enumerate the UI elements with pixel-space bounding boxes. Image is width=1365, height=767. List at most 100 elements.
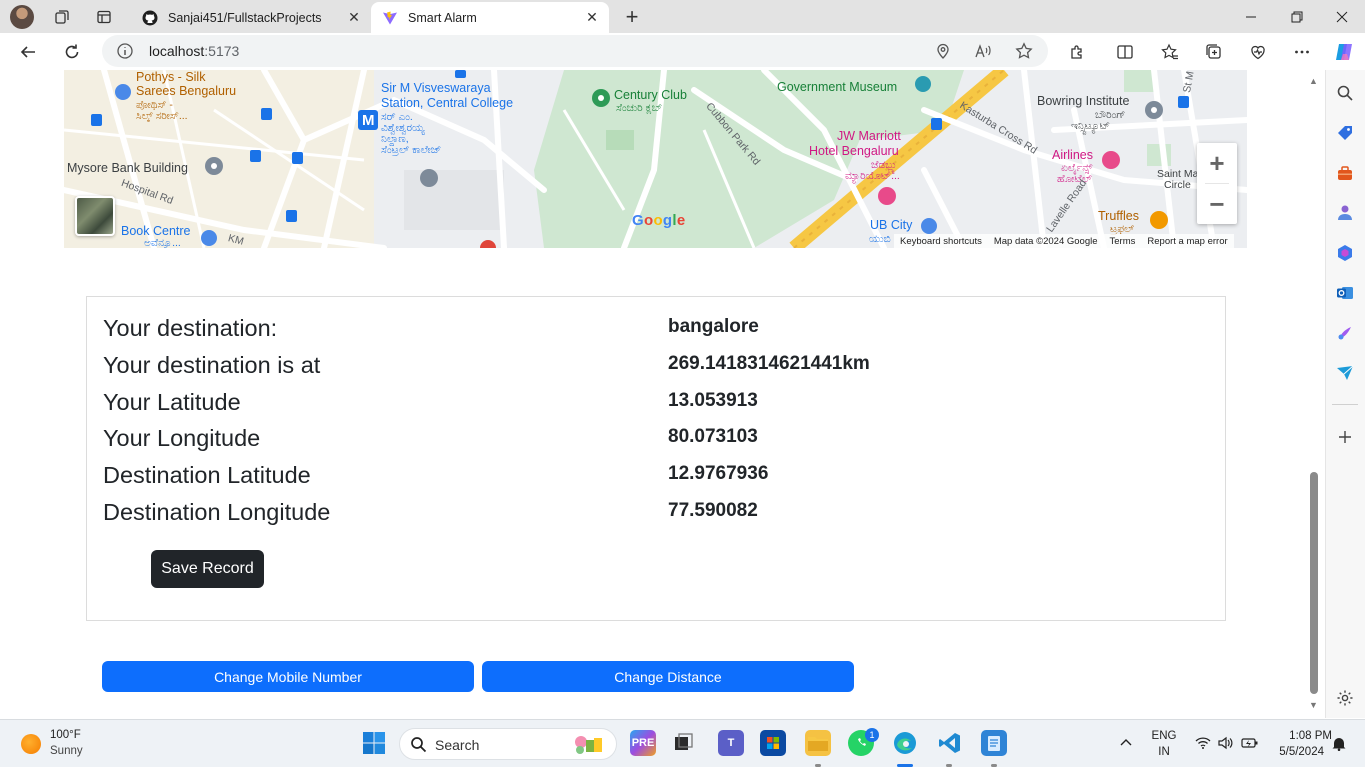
map-data-text: Map data ©2024 Google bbox=[993, 235, 1098, 247]
edge-sidebar bbox=[1325, 70, 1365, 718]
map-label: Station, Central College bbox=[381, 96, 514, 110]
terms-link[interactable]: Terms bbox=[1104, 236, 1142, 247]
refresh-button[interactable] bbox=[57, 37, 87, 67]
microsoft-365-icon[interactable] bbox=[1334, 242, 1356, 264]
map-label: UB City bbox=[870, 218, 913, 232]
outlook-icon[interactable] bbox=[1334, 282, 1356, 304]
destination-longitude-value: 77.590082 bbox=[668, 500, 758, 521]
split-screen-icon[interactable] bbox=[1110, 37, 1140, 67]
close-window-button[interactable] bbox=[1319, 0, 1365, 33]
map-label: ಸೆಂಚುರಿ ಕ್ಲಬ್ bbox=[616, 102, 663, 114]
send-icon[interactable] bbox=[1334, 362, 1356, 384]
settings-more-icon[interactable] bbox=[1287, 37, 1317, 67]
map-label: Mysore Bank Building bbox=[67, 161, 188, 175]
favorites-icon[interactable] bbox=[1155, 37, 1185, 67]
scrollbar-thumb[interactable] bbox=[1310, 472, 1318, 694]
collections-icon[interactable] bbox=[1199, 37, 1229, 67]
weather-sun-icon[interactable] bbox=[21, 734, 41, 754]
back-button[interactable] bbox=[13, 37, 43, 67]
language-indicator[interactable]: ENG bbox=[1148, 730, 1180, 742]
browser-tab-strip: Sanjai451/FullstackProjects ✕ Smart Alar… bbox=[0, 0, 1365, 33]
designer-icon[interactable] bbox=[1334, 322, 1356, 344]
tray-expand-icon[interactable] bbox=[1113, 730, 1139, 756]
volume-icon[interactable] bbox=[1212, 730, 1238, 756]
site-info-icon[interactable] bbox=[116, 42, 134, 60]
location-icon[interactable] bbox=[932, 40, 954, 62]
add-sidebar-item-icon[interactable] bbox=[1334, 426, 1356, 448]
save-record-button[interactable]: Save Record bbox=[151, 550, 264, 588]
copilot-taskbar-icon[interactable]: PRE bbox=[630, 730, 656, 756]
keyboard-shortcuts-link[interactable]: Keyboard shortcuts bbox=[894, 236, 988, 247]
page-viewport: M Pothys - Silk Sarees Bengaluru ಪೋಥಿಸ್ … bbox=[0, 70, 1325, 718]
tab-actions-icon[interactable] bbox=[93, 6, 115, 28]
microsoft-store-icon[interactable] bbox=[760, 730, 786, 756]
map-label: Government Museum bbox=[777, 80, 898, 94]
scroll-up-icon[interactable]: ▲ bbox=[1309, 76, 1318, 86]
task-view-icon[interactable] bbox=[670, 730, 696, 756]
map-label: Circle bbox=[1164, 179, 1191, 191]
close-tab-icon[interactable]: ✕ bbox=[343, 7, 365, 29]
notification-bell-icon[interactable] bbox=[1326, 730, 1352, 756]
map-zoom-control: + − bbox=[1197, 143, 1237, 224]
clock-date[interactable]: 5/5/2024 bbox=[1266, 746, 1324, 758]
map-label: Century Club bbox=[614, 88, 687, 102]
scroll-down-icon[interactable]: ▼ bbox=[1309, 700, 1318, 710]
minimize-button[interactable] bbox=[1228, 0, 1274, 33]
distance-value: 269.1418314621441km bbox=[668, 353, 870, 374]
edge-taskbar-icon[interactable] bbox=[892, 730, 918, 756]
map-label: Truffles bbox=[1098, 209, 1139, 223]
zoom-out-button[interactable]: − bbox=[1197, 184, 1237, 224]
shopping-tag-icon[interactable] bbox=[1334, 122, 1356, 144]
whatsapp-badge: 1 bbox=[865, 728, 879, 742]
tab-smart-alarm[interactable]: Smart Alarm ✕ bbox=[371, 2, 609, 33]
zoom-in-button[interactable]: + bbox=[1197, 143, 1237, 183]
clock-time[interactable]: 1:08 PM bbox=[1266, 730, 1332, 742]
browser-essentials-icon[interactable] bbox=[1243, 37, 1273, 67]
sidebar-search-icon[interactable] bbox=[1334, 82, 1356, 104]
your-longitude-label: Your Longitude bbox=[103, 425, 261, 451]
windows-taskbar: 100°F Sunny Search PRE T 1 ENG IN 1:08 P… bbox=[0, 719, 1365, 767]
new-tab-button[interactable]: + bbox=[620, 4, 644, 29]
trip-info-card: Your destination: bangalore Your destina… bbox=[86, 296, 1226, 621]
battery-icon[interactable] bbox=[1237, 730, 1263, 756]
google-map[interactable]: M Pothys - Silk Sarees Bengaluru ಪೋಥಿಸ್ … bbox=[64, 70, 1247, 248]
map-label: ಸೆಂಟ್ರಲ್ ಕಾಲೇಜ್ bbox=[381, 144, 442, 156]
weather-temperature[interactable]: 100°F bbox=[50, 729, 81, 741]
tab-github[interactable]: Sanjai451/FullstackProjects ✕ bbox=[131, 2, 371, 33]
change-mobile-number-button[interactable]: Change Mobile Number bbox=[102, 661, 474, 692]
destination-latitude-label: Destination Latitude bbox=[103, 462, 311, 488]
report-error-link[interactable]: Report a map error bbox=[1141, 236, 1233, 247]
address-bar[interactable]: localhost:5173 bbox=[102, 35, 1048, 67]
map-label: ಸಿಲ್ಕ್ ಸರೀಸ್... bbox=[136, 110, 188, 122]
favorite-star-icon[interactable] bbox=[1013, 40, 1035, 62]
copilot-icon[interactable] bbox=[1329, 37, 1359, 67]
vscode-icon[interactable] bbox=[937, 730, 963, 756]
sidebar-settings-icon[interactable] bbox=[1334, 687, 1356, 709]
close-tab-icon[interactable]: ✕ bbox=[581, 7, 603, 29]
map-label: ಇನ್ಸ್ಟಿಟ್ಯೂಟ್ bbox=[1071, 120, 1110, 132]
map-label: JW Marriott bbox=[837, 129, 901, 143]
restore-button[interactable] bbox=[1274, 0, 1320, 33]
url-text: localhost:5173 bbox=[149, 43, 239, 59]
map-label: ಯುಬಿ bbox=[869, 233, 891, 245]
region-indicator[interactable]: IN bbox=[1148, 746, 1180, 758]
profile-avatar[interactable] bbox=[10, 5, 34, 29]
file-explorer-icon[interactable] bbox=[805, 730, 831, 756]
satellite-toggle[interactable] bbox=[75, 196, 115, 236]
read-aloud-icon[interactable] bbox=[973, 40, 995, 62]
extensions-icon[interactable] bbox=[1062, 37, 1092, 67]
windows-start-icon[interactable] bbox=[361, 730, 387, 756]
tools-icon[interactable] bbox=[1334, 162, 1356, 184]
change-distance-button[interactable]: Change Distance bbox=[482, 661, 854, 692]
taskbar-search-input[interactable]: Search bbox=[399, 728, 617, 760]
your-latitude-value: 13.053913 bbox=[668, 390, 758, 411]
weather-condition[interactable]: Sunny bbox=[50, 745, 83, 757]
teams-icon[interactable]: T bbox=[718, 730, 744, 756]
browser-toolbar: localhost:5173 bbox=[0, 33, 1365, 70]
workspaces-icon[interactable] bbox=[51, 6, 73, 28]
notepad-icon[interactable] bbox=[981, 730, 1007, 756]
page-scrollbar[interactable]: ▲ ▼ bbox=[1306, 70, 1325, 718]
search-icon bbox=[410, 736, 427, 758]
url-port: :5173 bbox=[204, 43, 240, 59]
games-icon[interactable] bbox=[1334, 202, 1356, 224]
